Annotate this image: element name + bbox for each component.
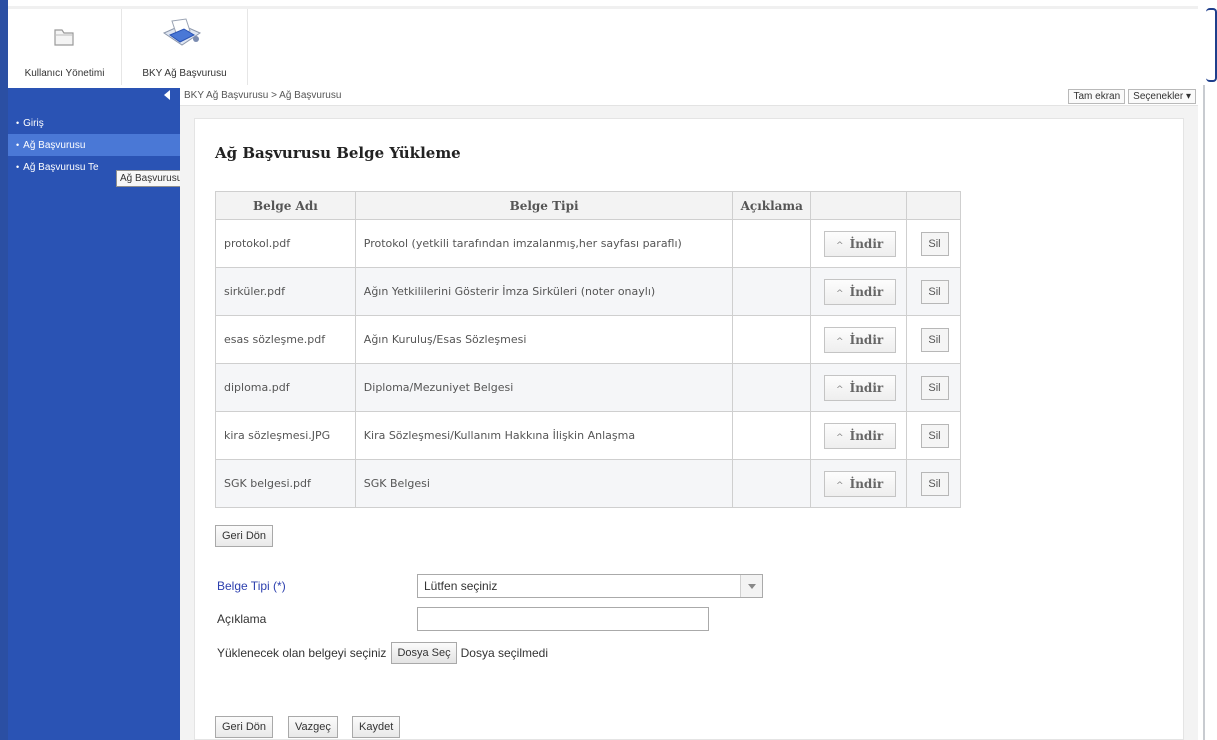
delete-button[interactable]: Sil — [920, 279, 949, 304]
document-name-cell: esas sözleşme.pdf — [215, 315, 356, 364]
sidebar-header — [8, 88, 180, 102]
download-button[interactable]: ^ İndir — [823, 422, 896, 449]
toolbar-item-label: Kullanıcı Yönetimi — [24, 68, 105, 79]
caret-up-icon: ^ — [836, 240, 844, 251]
app-window: Kullanıcı Yönetimi BKY Ağ Başvurusu • Gir… — [0, 0, 1217, 740]
table-row: SGK belgesi.pdf SGK Belgesi ^ İndir Sil — [215, 459, 961, 508]
chevron-down-icon[interactable] — [740, 575, 762, 597]
document-description-cell — [732, 219, 812, 268]
document-type-cell: Kira Sözleşmesi/Kullanım Hakkına İlişkin… — [354, 411, 734, 460]
document-type-cell: Ağın Kuruluş/Esas Sözleşmesi — [354, 315, 734, 364]
delete-button[interactable]: Sil — [920, 423, 949, 448]
download-button-label: İndir — [849, 332, 884, 347]
sidebar-tooltip: Ağ Başvurusu — [116, 170, 187, 187]
document-description-cell — [732, 411, 812, 460]
collapse-left-icon[interactable] — [164, 90, 170, 100]
delete-button[interactable]: Sil — [920, 375, 949, 400]
document-type-label: Belge Tipi (*) — [217, 579, 286, 593]
bullet-icon: • — [16, 162, 20, 172]
save-button[interactable]: Kaydet — [352, 716, 401, 738]
sidebar-item-network-application[interactable]: • Ağ Başvurusu — [8, 134, 180, 156]
table-header-row: Belge Adı Belge Tipi Açıklama — [215, 191, 961, 220]
table-row: esas sözleşme.pdf Ağın Kuruluş/Esas Sözl… — [215, 315, 961, 364]
page-title: Ağ Başvurusu Belge Yükleme — [215, 144, 461, 162]
window-left-border — [0, 0, 8, 740]
options-menu-button[interactable]: Seçenekler ▾ — [1128, 89, 1196, 104]
description-input[interactable] — [417, 607, 709, 631]
document-name-cell: kira sözleşmesi.JPG — [215, 411, 356, 460]
table-row: sirküler.pdf Ağın Yetkililerini Gösterir… — [215, 267, 961, 316]
table-row: kira sözleşmesi.JPG Kira Sözleşmesi/Kull… — [215, 411, 961, 460]
documents-table: Belge Adı Belge Tipi Açıklama protokol.p… — [215, 191, 961, 508]
document-description-cell — [732, 315, 812, 364]
document-type-select[interactable]: Lütfen seçiniz — [417, 574, 763, 598]
document-name-cell: sirküler.pdf — [215, 267, 356, 316]
content-panel: Ağ Başvurusu Belge Yükleme Belge Adı Bel… — [194, 118, 1184, 740]
table-row: diploma.pdf Diploma/Mezuniyet Belgesi ^ İ… — [215, 363, 961, 412]
document-description-cell — [732, 267, 812, 316]
table-row: protokol.pdf Protokol (yetkili tarafında… — [215, 219, 961, 268]
toolbar-item-label: BKY Ağ Başvurusu — [142, 68, 227, 79]
download-button[interactable]: ^ İndir — [823, 374, 896, 401]
document-type-cell: Protokol (yetkili tarafından imzalanmış,… — [354, 219, 734, 268]
column-header-description: Açıklama — [732, 191, 812, 220]
download-button-label: İndir — [849, 284, 884, 299]
description-label: Açıklama — [217, 612, 267, 626]
document-description-cell — [732, 459, 812, 508]
sidebar-item-label: Ağ Başvurusu Te — [23, 162, 99, 173]
toolbar-item-bky-application[interactable]: BKY Ağ Başvurusu — [122, 9, 248, 85]
breadcrumb[interactable]: BKY Ağ Başvurusu > Ağ Başvurusu — [184, 90, 341, 101]
download-button-label: İndir — [849, 476, 884, 491]
delete-button[interactable]: Sil — [920, 471, 949, 496]
caret-up-icon: ^ — [836, 288, 844, 299]
download-button-label: İndir — [849, 428, 884, 443]
document-type-cell: SGK Belgesi — [354, 459, 734, 508]
download-button[interactable]: ^ İndir — [823, 470, 896, 497]
caret-up-icon: ^ — [836, 480, 844, 491]
document-type-selected-value: Lütfen seçiniz — [424, 579, 498, 593]
sidebar-item-label: Giriş — [23, 118, 44, 129]
document-name-cell: diploma.pdf — [215, 363, 356, 412]
back-button-top[interactable]: Geri Dön — [215, 525, 274, 547]
document-name-cell: protokol.pdf — [215, 219, 356, 268]
column-header-type: Belge Tipi — [354, 191, 734, 220]
breadcrumb-bar: BKY Ağ Başvurusu > Ağ Başvurusu Tam ekra… — [180, 88, 1198, 106]
document-description-cell — [732, 363, 812, 412]
bullet-icon: • — [16, 140, 20, 150]
document-type-cell: Diploma/Mezuniyet Belgesi — [354, 363, 734, 412]
download-button-label: İndir — [849, 380, 884, 395]
column-header-name: Belge Adı — [215, 191, 356, 220]
delete-button[interactable]: Sil — [920, 231, 949, 256]
network-application-icon — [162, 18, 202, 46]
document-name-cell: SGK belgesi.pdf — [215, 459, 356, 508]
column-header-download — [810, 191, 908, 220]
choose-file-button[interactable]: Dosya Seç — [391, 642, 457, 664]
cancel-button[interactable]: Vazgeç — [288, 716, 338, 738]
download-button[interactable]: ^ İndir — [823, 230, 896, 257]
caret-up-icon: ^ — [836, 432, 844, 443]
download-button[interactable]: ^ İndir — [823, 326, 896, 353]
toolbar-item-user-management[interactable]: Kullanıcı Yönetimi — [8, 9, 122, 85]
delete-button[interactable]: Sil — [920, 327, 949, 352]
sidebar-item-label: Ağ Başvurusu — [23, 140, 86, 151]
bullet-icon: • — [16, 118, 20, 128]
sidebar-item-home[interactable]: • Giriş — [8, 112, 180, 134]
column-header-delete — [906, 191, 961, 220]
window-right-border — [1203, 0, 1217, 740]
document-type-cell: Ağın Yetkililerini Gösterir İmza Sirküle… — [354, 267, 734, 316]
file-upload-row: Yüklenecek olan belgeyi seçiniz Dosya Se… — [217, 642, 548, 664]
main-content: Ağ Başvurusu Belge Yükleme Belge Adı Bel… — [180, 106, 1198, 740]
folder-icon — [54, 29, 74, 46]
download-button-label: İndir — [849, 236, 884, 251]
back-button[interactable]: Geri Dön — [215, 716, 274, 738]
caret-up-icon: ^ — [836, 336, 844, 347]
file-select-label: Yüklenecek olan belgeyi seçiniz — [217, 646, 387, 660]
file-status-text: Dosya seçilmedi — [460, 646, 549, 660]
caret-up-icon: ^ — [836, 384, 844, 395]
download-button[interactable]: ^ İndir — [823, 278, 896, 305]
top-toolbar: Kullanıcı Yönetimi BKY Ağ Başvurusu — [8, 6, 1198, 88]
fullscreen-button[interactable]: Tam ekran — [1068, 89, 1126, 104]
